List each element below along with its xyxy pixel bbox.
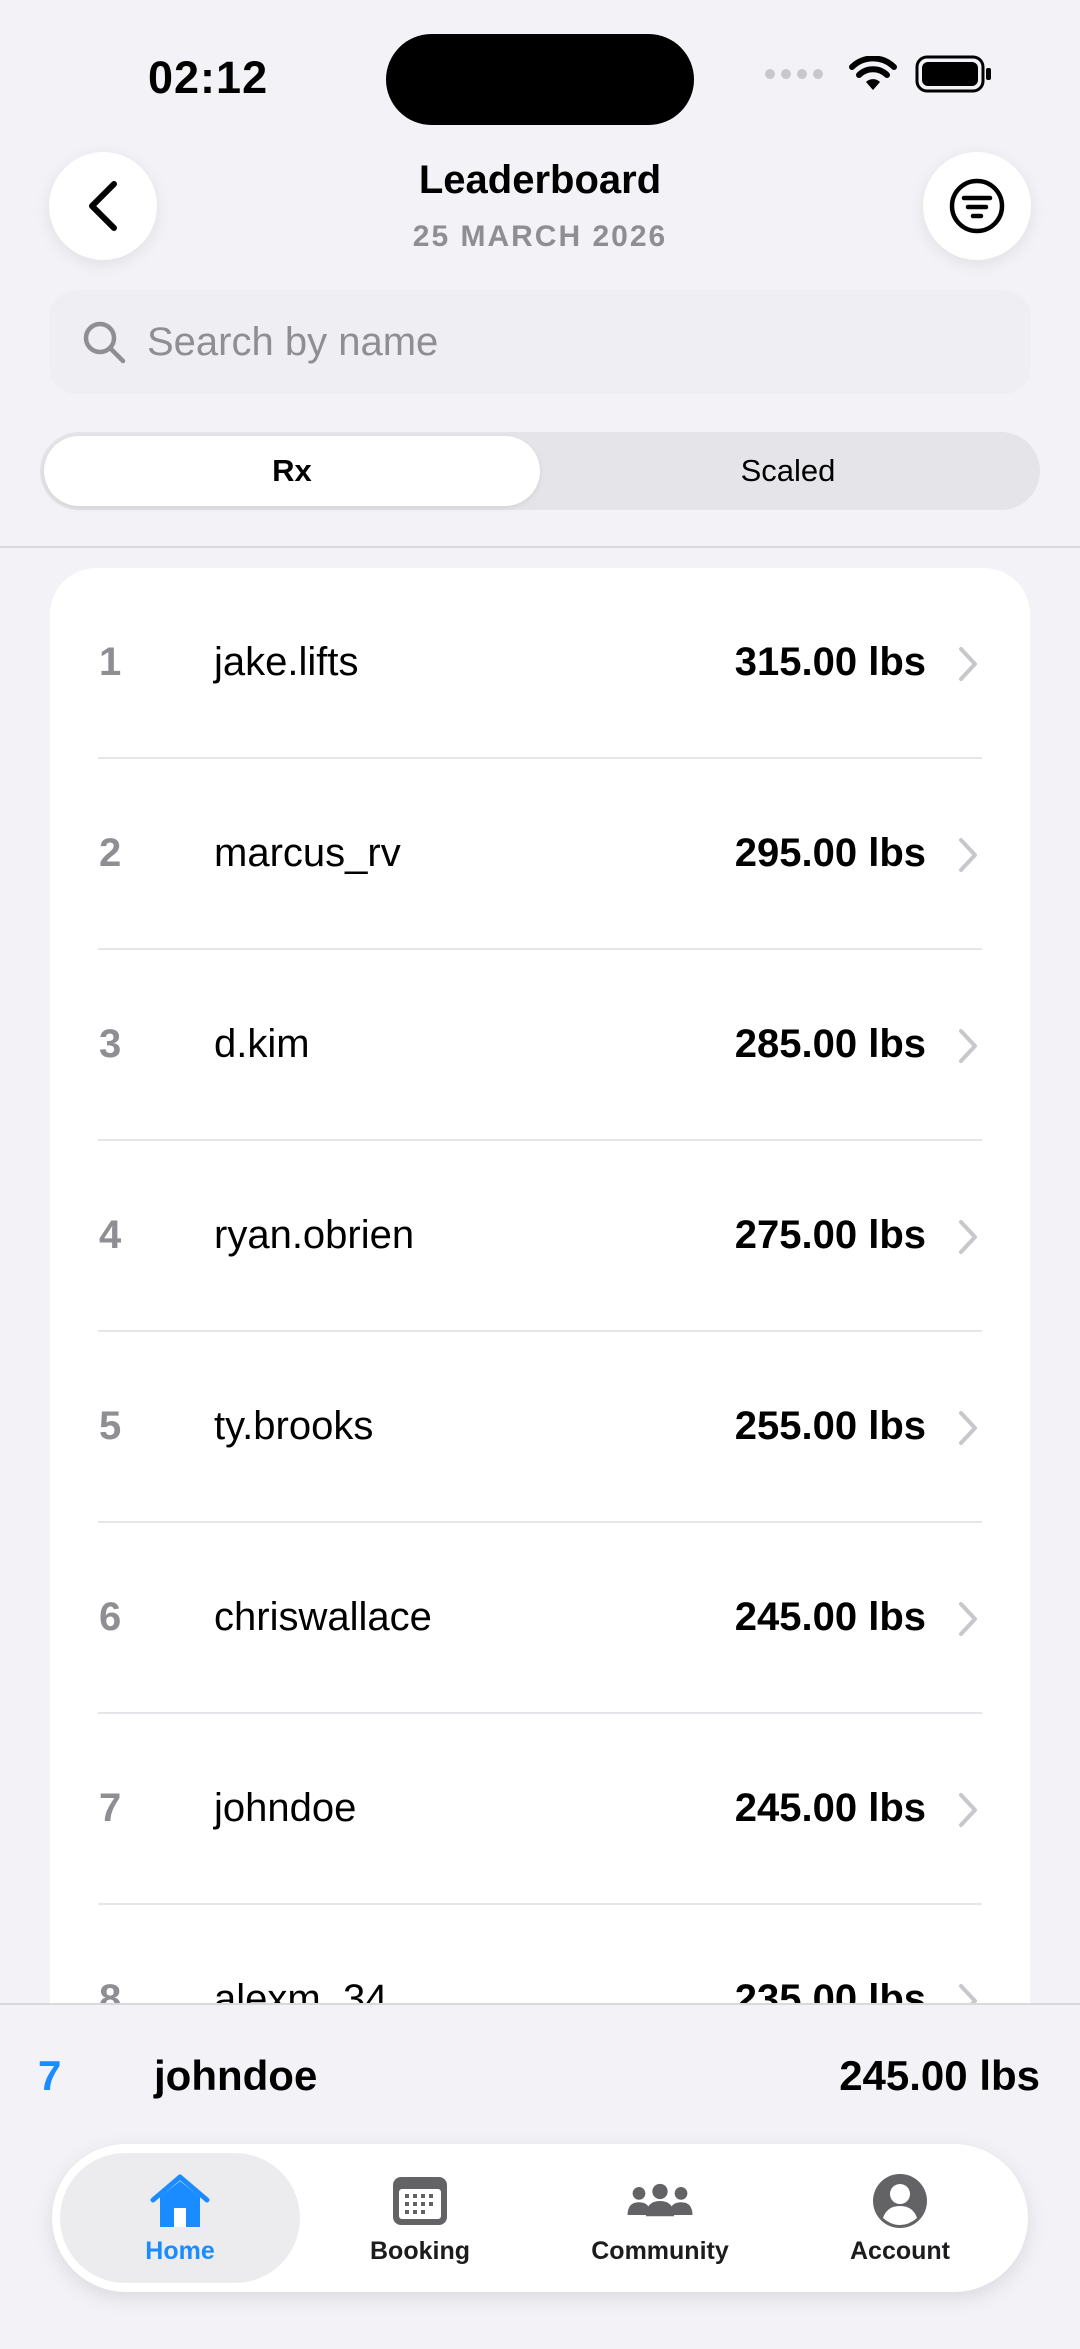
leaderboard-row[interactable]: 8 alexm_34 235.00 lbs	[50, 1905, 1030, 2003]
row-name: d.kim	[214, 1022, 310, 1066]
my-name: johndoe	[154, 2052, 318, 2099]
chevron-right-icon	[959, 1984, 977, 2003]
segment-rx[interactable]: Rx	[44, 436, 540, 506]
filter-icon	[949, 178, 1005, 234]
row-value: 285.00 lbs	[734, 1022, 926, 1066]
home-icon	[145, 2171, 215, 2231]
my-rank: 7	[38, 2052, 62, 2099]
row-rank: 1	[99, 640, 122, 684]
calendar-icon	[385, 2171, 455, 2231]
division-segmented-control: Rx Scaled	[40, 432, 1040, 510]
chevron-right-icon	[959, 647, 977, 681]
search-input[interactable]	[145, 318, 969, 366]
row-name: alexm_34	[214, 1977, 388, 2003]
filter-button[interactable]	[923, 152, 1031, 260]
search-icon	[81, 319, 127, 365]
row-value: 245.00 lbs	[734, 1786, 926, 1830]
row-value: 255.00 lbs	[734, 1404, 926, 1448]
row-rank: 2	[99, 831, 122, 875]
page-title: Leaderboard	[418, 158, 662, 202]
cellular-signal-icon	[765, 69, 823, 79]
account-icon	[865, 2171, 935, 2231]
row-rank: 6	[99, 1595, 122, 1639]
tab-account[interactable]: Account	[780, 2153, 1020, 2283]
tab-bar: Home Booking Community Account	[52, 2144, 1028, 2292]
chevron-right-icon	[959, 1411, 977, 1445]
my-value: 245.00 lbs	[839, 2052, 1040, 2099]
leaderboard-row[interactable]: 4 ryan.obrien 275.00 lbs	[50, 1141, 1030, 1332]
tab-label: Account	[850, 2236, 950, 2265]
tab-label: Booking	[370, 2236, 470, 2265]
page-date: 25 MARCH 2026	[412, 220, 668, 253]
row-rank: 7	[99, 1786, 122, 1830]
header-divider	[0, 546, 1080, 548]
row-name: jake.lifts	[214, 640, 359, 684]
chevron-right-icon	[959, 1220, 977, 1254]
battery-icon	[915, 55, 991, 93]
leaderboard-row[interactable]: 5 ty.brooks 255.00 lbs	[50, 1332, 1030, 1523]
dynamic-island	[386, 34, 694, 125]
row-rank: 5	[99, 1404, 122, 1448]
chevron-right-icon	[959, 838, 977, 872]
tab-home[interactable]: Home	[60, 2153, 300, 2283]
leaderboard-row[interactable]: 3 d.kim 285.00 lbs	[50, 950, 1030, 1141]
leaderboard-row[interactable]: 2 marcus_rv 295.00 lbs	[50, 759, 1030, 950]
leaderboard-row[interactable]: 1 jake.lifts 315.00 lbs	[50, 568, 1030, 759]
row-value: 275.00 lbs	[734, 1213, 926, 1257]
status-icons	[765, 55, 993, 93]
row-name: chriswallace	[214, 1595, 432, 1639]
row-value: 245.00 lbs	[734, 1595, 926, 1639]
row-rank: 4	[99, 1213, 122, 1257]
tab-label: Home	[145, 2236, 215, 2265]
tab-label: Community	[591, 2236, 729, 2265]
status-time: 02:12	[148, 52, 269, 103]
row-value: 295.00 lbs	[734, 831, 926, 875]
row-name: johndoe	[214, 1786, 357, 1830]
chevron-right-icon	[959, 1029, 977, 1063]
leaderboard-row[interactable]: 7 johndoe 245.00 lbs	[50, 1714, 1030, 1905]
chevron-right-icon	[959, 1602, 977, 1636]
row-name: ty.brooks	[214, 1404, 374, 1448]
chevron-right-icon	[959, 1793, 977, 1827]
row-value: 235.00 lbs	[734, 1977, 926, 2003]
leaderboard-list: 1 jake.lifts 315.00 lbs 2 marcus_rv 295.…	[50, 568, 1030, 2003]
row-value: 315.00 lbs	[734, 640, 926, 684]
community-icon	[625, 2171, 695, 2231]
row-name: marcus_rv	[214, 831, 401, 875]
segment-scaled[interactable]: Scaled	[540, 436, 1036, 506]
search-bar[interactable]	[49, 290, 1031, 394]
wifi-icon	[849, 56, 897, 90]
tab-booking[interactable]: Booking	[300, 2153, 540, 2283]
leaderboard-row[interactable]: 6 chriswallace 245.00 lbs	[50, 1523, 1030, 1714]
row-rank: 8	[99, 1977, 122, 2003]
row-rank: 3	[99, 1022, 122, 1066]
tab-community[interactable]: Community	[540, 2153, 780, 2283]
row-name: ryan.obrien	[214, 1213, 415, 1257]
